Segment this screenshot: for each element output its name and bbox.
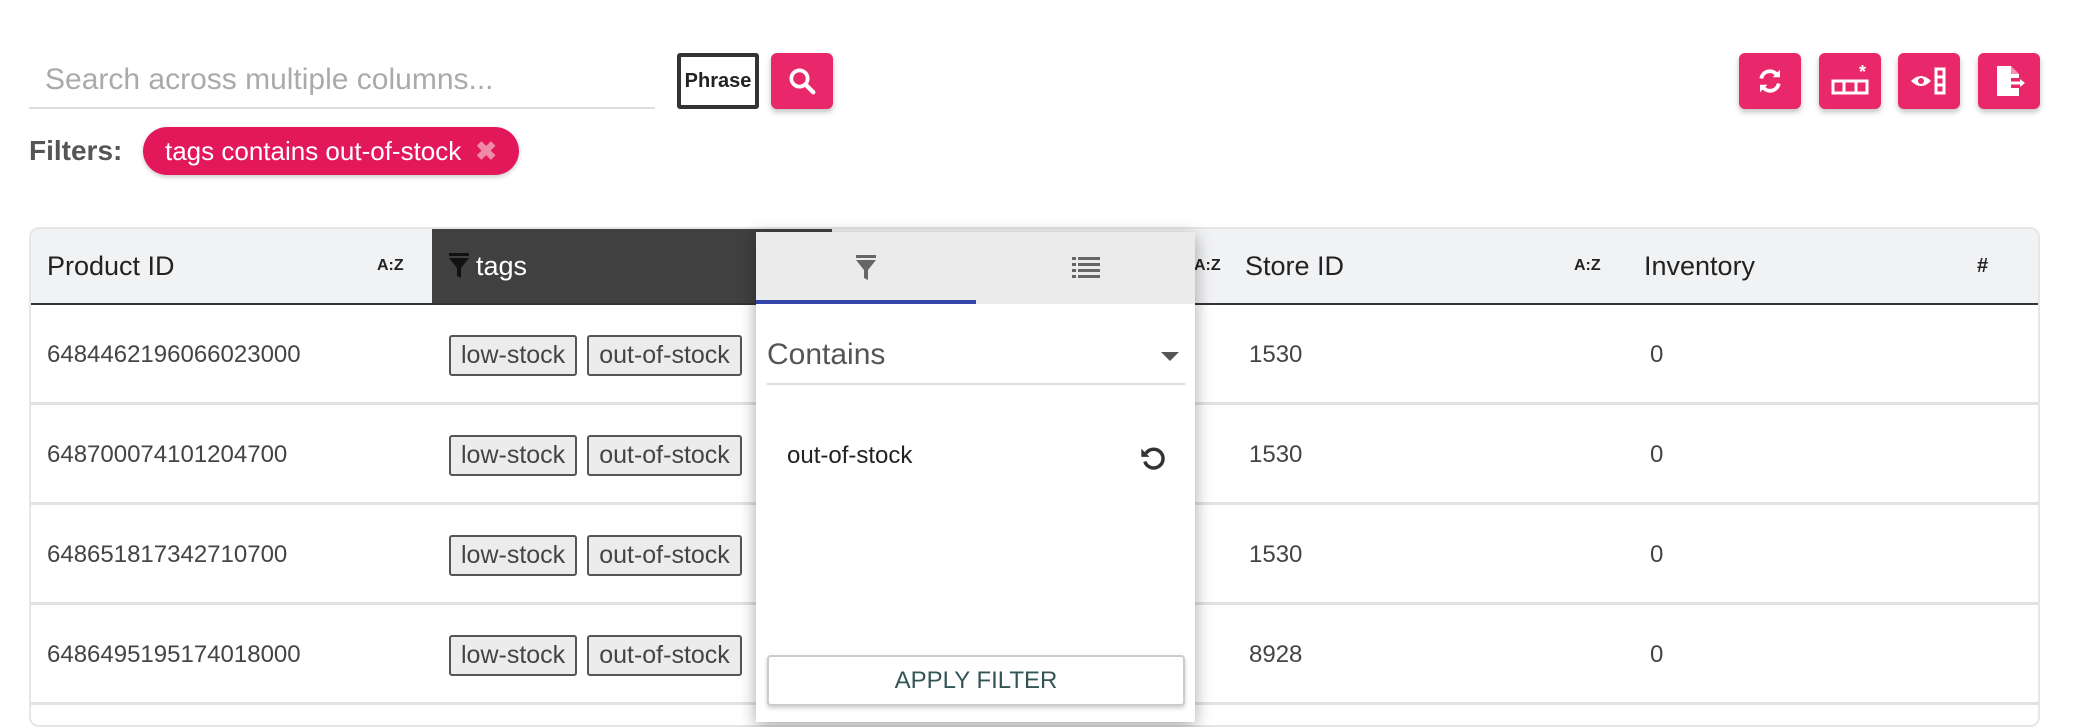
filter-chip-label: tags contains out-of-stock (165, 135, 462, 166)
apply-filter-button[interactable]: APPLY FILTER (767, 655, 1185, 706)
sort-numeric-icon[interactable]: # (1977, 255, 1988, 278)
tag-badge: out-of-stock (587, 634, 742, 676)
popup-tabs (756, 232, 1195, 304)
export-button[interactable] (1978, 53, 2040, 109)
cell-tags: low-stock out-of-stock (449, 605, 752, 705)
cell-product-id: 6484462196066023000 (47, 341, 301, 368)
column-visibility-icon (1911, 67, 1946, 95)
column-header-product-id[interactable]: Product ID (31, 229, 432, 303)
column-header-store-id[interactable]: Store ID (1229, 229, 1628, 303)
filter-chip[interactable]: tags contains out-of-stock ✖ (143, 127, 520, 175)
tag-badge: low-stock (449, 334, 578, 376)
refresh-button[interactable] (1739, 53, 1801, 109)
remove-filter-icon[interactable]: ✖ (475, 136, 497, 167)
tab-values-list[interactable] (976, 232, 1196, 304)
search-icon (789, 68, 816, 95)
filter-popup: Contains out-of-stock APPLY FILTER (756, 232, 1195, 722)
tab-filter[interactable] (756, 232, 976, 304)
cell-inventory: 0 (1650, 641, 1664, 668)
tag-badge: low-stock (449, 534, 578, 576)
column-label: tags (476, 250, 528, 281)
filter-value[interactable]: out-of-stock (787, 442, 912, 470)
phrase-toggle-button[interactable]: Phrase (677, 53, 759, 109)
cell-store-id: 1530 (1249, 441, 1303, 468)
cell-tags: low-stock out-of-stock (449, 505, 752, 605)
cell-product-id: 648651817342710700 (47, 541, 288, 568)
cell-store-id: 8928 (1249, 641, 1303, 668)
add-row-icon: * (1831, 65, 1869, 95)
tag-badge: out-of-stock (587, 434, 742, 476)
cell-product-id: 6486495195174018000 (47, 641, 301, 668)
refresh-icon (1759, 69, 1781, 93)
operator-select[interactable]: Contains (767, 327, 1185, 385)
filters-label: Filters: (29, 135, 123, 166)
cell-store-id: 1530 (1249, 541, 1303, 568)
tag-badge: out-of-stock (587, 334, 742, 376)
tag-badge: low-stock (449, 434, 578, 476)
search-button[interactable] (771, 53, 833, 109)
cell-inventory: 0 (1650, 441, 1664, 468)
column-label: Product ID (47, 250, 175, 281)
column-visibility-button[interactable] (1898, 53, 1960, 109)
operator-value: Contains (767, 338, 886, 371)
active-tab-indicator (756, 300, 976, 304)
cell-inventory: 0 (1650, 541, 1664, 568)
sort-az-icon[interactable]: A:Z (1574, 257, 1601, 275)
search-input[interactable] (29, 53, 655, 109)
chevron-down-icon (1161, 352, 1179, 361)
column-label: Inventory (1644, 250, 1756, 281)
sort-az-icon[interactable]: A:Z (377, 257, 404, 275)
filter-icon (449, 253, 469, 278)
list-icon (1072, 257, 1100, 278)
add-row-button[interactable]: * (1819, 53, 1881, 109)
cell-product-id: 648700074101204700 (47, 441, 288, 468)
filter-icon (856, 255, 876, 280)
cell-inventory: 0 (1650, 341, 1664, 368)
tag-badge: out-of-stock (587, 534, 742, 576)
svg-text:*: * (1859, 65, 1866, 82)
reset-icon[interactable] (1139, 444, 1167, 472)
cell-tags: low-stock out-of-stock (449, 405, 752, 505)
column-label: Store ID (1245, 250, 1345, 281)
sort-az-icon[interactable]: A:Z (1194, 257, 1221, 275)
cell-tags: low-stock out-of-stock (449, 305, 752, 405)
cell-store-id: 1530 (1249, 341, 1303, 368)
export-icon (1997, 66, 2025, 96)
tag-badge: low-stock (449, 634, 578, 676)
